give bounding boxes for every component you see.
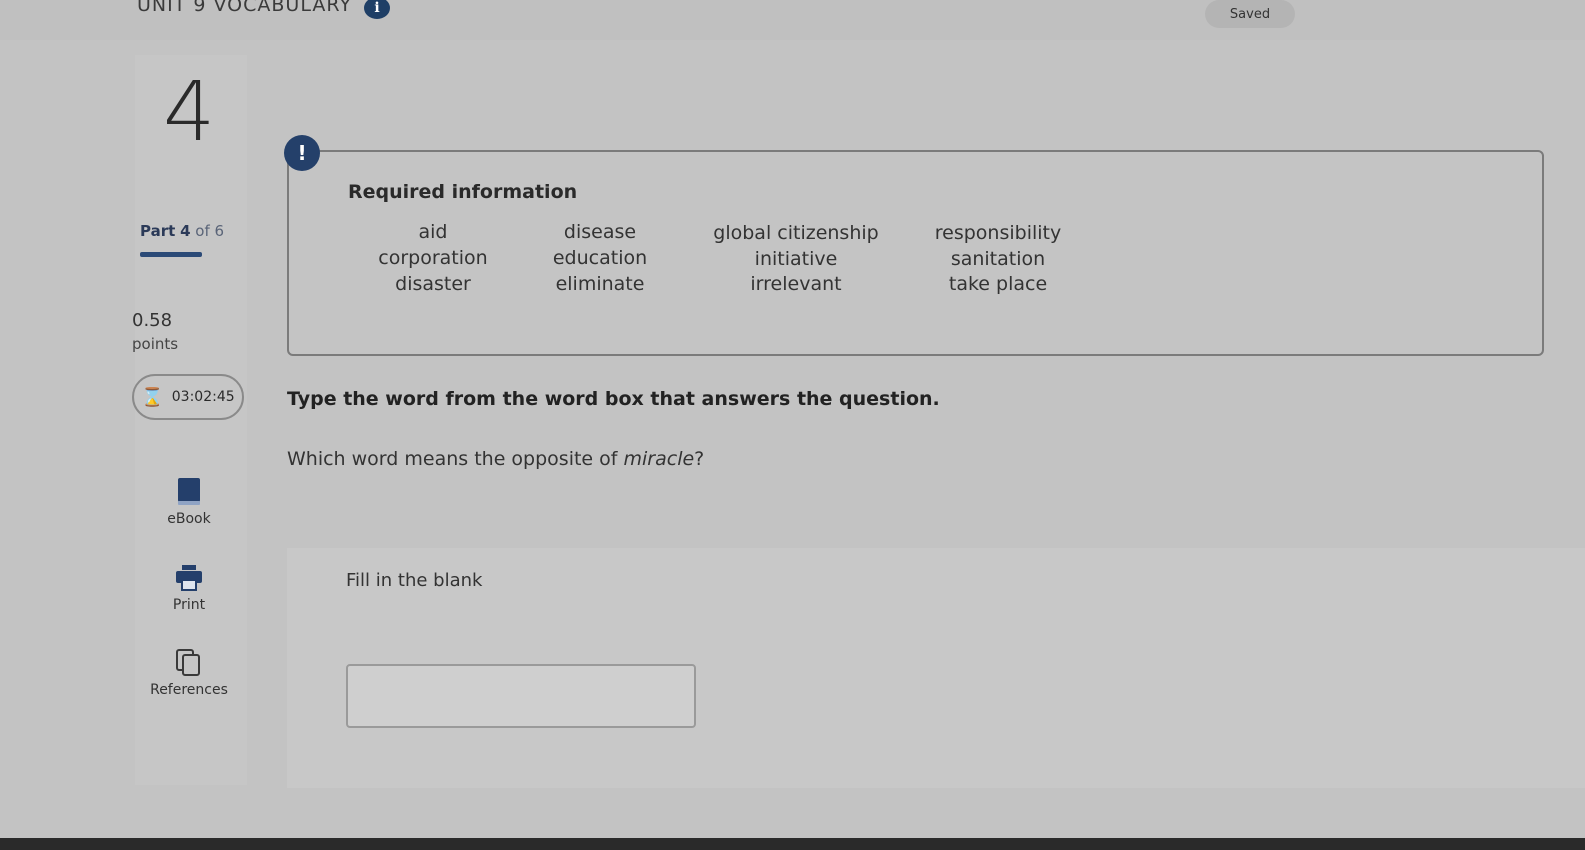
ebook-button[interactable]: eBook	[135, 477, 243, 527]
required-information-title: Required information	[348, 181, 578, 203]
ebook-label: eBook	[167, 511, 211, 527]
word-box-item: responsibility	[934, 222, 1062, 244]
points-label: points	[132, 335, 179, 353]
word-box-item: disaster	[395, 273, 471, 295]
info-icon[interactable]: i	[364, 0, 390, 19]
timer-button[interactable]: ⌛ 03:02:45	[132, 374, 244, 420]
word-box-item: initiative	[754, 248, 838, 270]
book-icon	[178, 478, 200, 505]
part-indicator: Part 4 of 6	[140, 222, 224, 240]
screen-bottom-edge	[0, 838, 1585, 850]
alert-icon: !	[284, 135, 320, 171]
saved-status-badge: Saved	[1205, 0, 1295, 28]
word-box-item: education	[552, 247, 648, 269]
part-progress-bar	[140, 252, 202, 257]
copy-icon	[176, 649, 200, 676]
word-box-item: eliminate	[555, 273, 645, 295]
print-label: Print	[172, 597, 206, 613]
word-box-item: disease	[563, 221, 637, 243]
part-word: Part	[140, 222, 176, 240]
part-total: of 6	[195, 222, 225, 240]
word-box-item: corporation	[378, 247, 488, 269]
printer-icon	[176, 565, 202, 591]
timer-value: 03:02:45	[171, 389, 235, 405]
question-prompt-text: Which word means the opposite of	[287, 448, 624, 470]
question-prompt: Which word means the opposite of miracle…	[287, 448, 704, 470]
question-prompt-emphasis: miracle	[623, 448, 695, 470]
word-box-item: irrelevant	[750, 273, 842, 295]
question-number: 4	[163, 65, 216, 160]
references-label: References	[150, 682, 228, 698]
question-prompt-end: ?	[694, 448, 705, 470]
unit-title: UNIT 9 VOCABULARY	[137, 0, 352, 16]
word-box-item: global citizenship	[713, 222, 879, 244]
word-box-item: take place	[948, 273, 1048, 295]
part-current: 4	[180, 222, 191, 240]
references-button[interactable]: References	[135, 648, 243, 698]
fill-in-blank-label: Fill in the blank	[346, 570, 483, 591]
word-box-item: aid	[418, 221, 448, 243]
question-instruction: Type the word from the word box that ans…	[287, 388, 940, 410]
print-button[interactable]: Print	[135, 563, 243, 613]
top-bar: UNIT 9 VOCABULARY i Saved	[0, 0, 1585, 40]
points-value: 0.58	[132, 310, 173, 331]
answer-input[interactable]	[346, 664, 696, 728]
word-box-item: sanitation	[950, 248, 1046, 270]
hourglass-icon: ⌛	[141, 386, 164, 408]
